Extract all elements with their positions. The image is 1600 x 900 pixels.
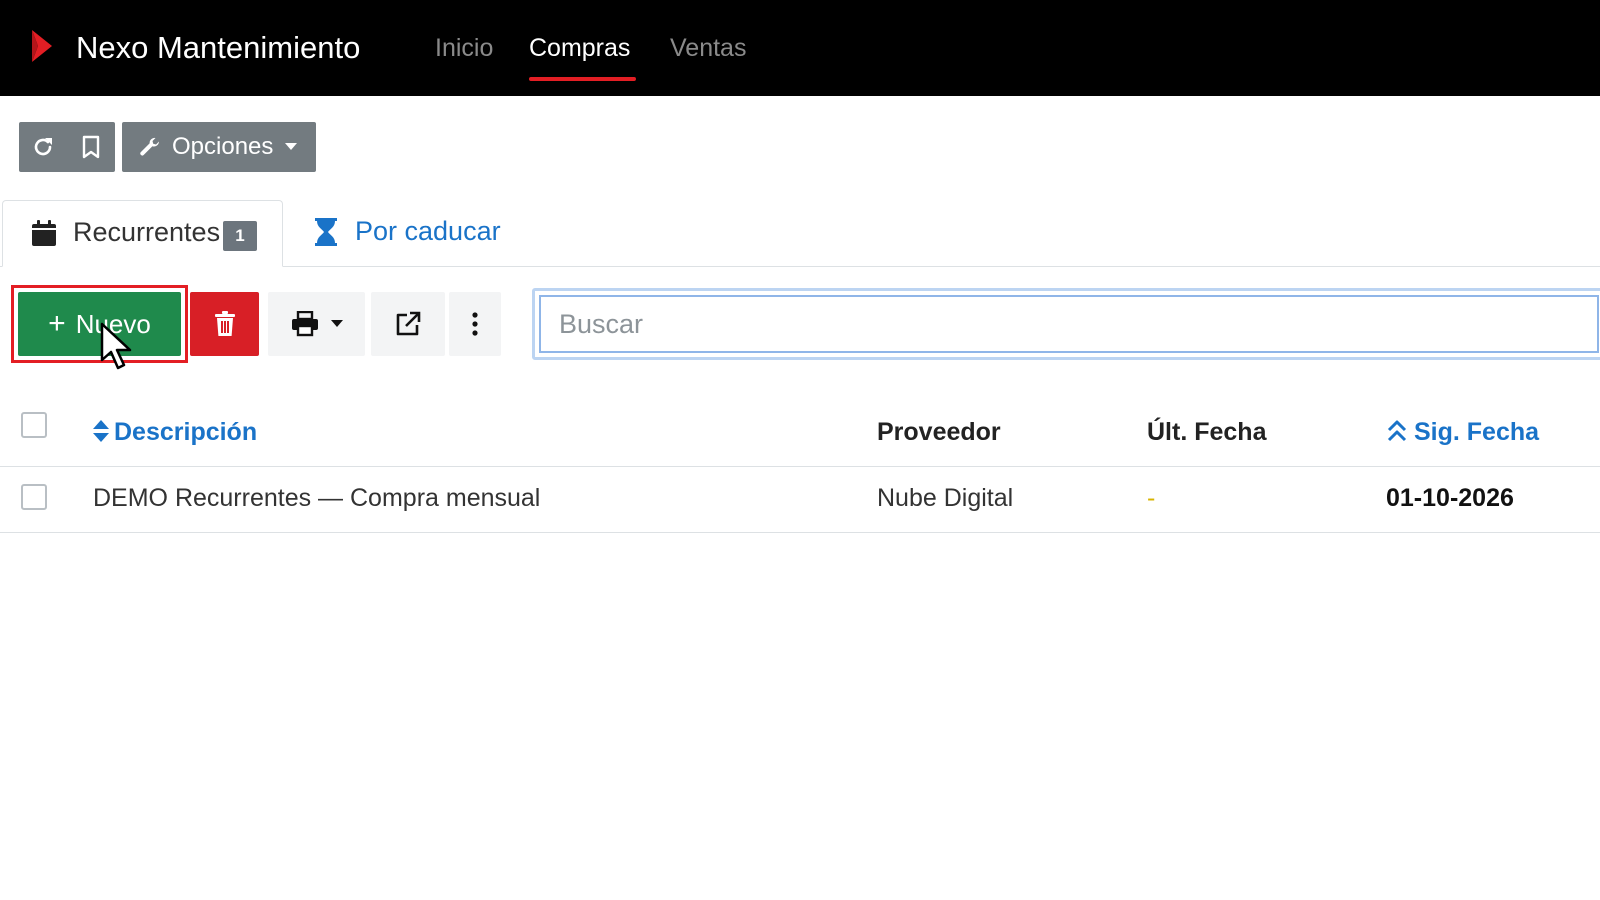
refresh-button[interactable] <box>19 122 67 172</box>
row-ult-fecha: - <box>1147 484 1156 512</box>
column-header-descripcion[interactable]: Descripción <box>92 418 257 447</box>
tab-recurrentes-label: Recurrentes <box>73 217 221 247</box>
sort-ascending-icon <box>1387 420 1407 442</box>
more-options-button[interactable] <box>449 292 501 356</box>
bookmark-icon <box>82 135 100 159</box>
export-button[interactable] <box>371 292 445 356</box>
bookmark-button[interactable] <box>67 122 115 172</box>
brand-logo-icon <box>32 30 52 62</box>
caret-down-icon <box>285 143 298 150</box>
tab-count-badge: 1 <box>223 221 257 251</box>
row-checkbox[interactable] <box>21 484 47 510</box>
external-link-icon <box>396 311 421 336</box>
options-label: Opciones <box>172 133 274 160</box>
tab-por-caducar-label: Por caducar <box>355 216 501 246</box>
tab-recurrentes[interactable]: Recurrentes 1 <box>2 200 283 267</box>
table-row-divider <box>0 532 1600 533</box>
nav-item-ventas[interactable]: Ventas <box>670 34 746 63</box>
trash-icon <box>214 311 235 336</box>
column-header-ult-fecha[interactable]: Últ. Fecha <box>1147 418 1266 447</box>
print-dropdown-button[interactable] <box>268 292 365 356</box>
hourglass-icon <box>315 218 337 246</box>
nav-active-underline <box>529 77 636 81</box>
refresh-icon <box>34 138 52 156</box>
column-header-descripcion-label: Descripción <box>114 418 258 446</box>
nav-item-compras[interactable]: Compras <box>529 34 630 63</box>
column-header-proveedor[interactable]: Proveedor <box>877 418 1001 447</box>
column-header-sig-fecha-label: Sig. Fecha <box>1414 418 1540 446</box>
delete-button[interactable] <box>190 292 259 356</box>
sort-icon <box>93 420 109 442</box>
plus-icon: + <box>48 307 66 340</box>
app-name: Nexo Mantenimiento <box>76 30 361 65</box>
brand[interactable]: Nexo Mantenimiento <box>28 28 360 65</box>
column-header-sig-fecha[interactable]: Sig. Fecha <box>1386 418 1539 447</box>
row-sig-fecha: 01-10-2026 <box>1386 484 1514 512</box>
wrench-icon <box>140 137 159 156</box>
nav-item-inicio[interactable]: Inicio <box>435 34 493 63</box>
print-icon <box>291 311 318 337</box>
select-all-checkbox[interactable] <box>21 412 47 438</box>
row-proveedor: Nube Digital <box>877 484 1014 512</box>
search-input[interactable] <box>539 295 1599 353</box>
search-container <box>532 288 1600 360</box>
mouse-cursor-icon <box>100 322 132 370</box>
top-navbar: Nexo Mantenimiento Inicio Compras Ventas <box>0 0 1600 96</box>
toolbar-group-view <box>19 122 115 172</box>
more-vertical-icon <box>472 312 478 336</box>
calendar-icon <box>32 220 56 246</box>
caret-down-icon <box>330 320 343 327</box>
row-descripcion[interactable]: DEMO Recurrentes — Compra mensual <box>93 484 540 513</box>
options-dropdown-button[interactable]: Opciones <box>122 122 316 172</box>
table-header-divider <box>0 466 1600 467</box>
